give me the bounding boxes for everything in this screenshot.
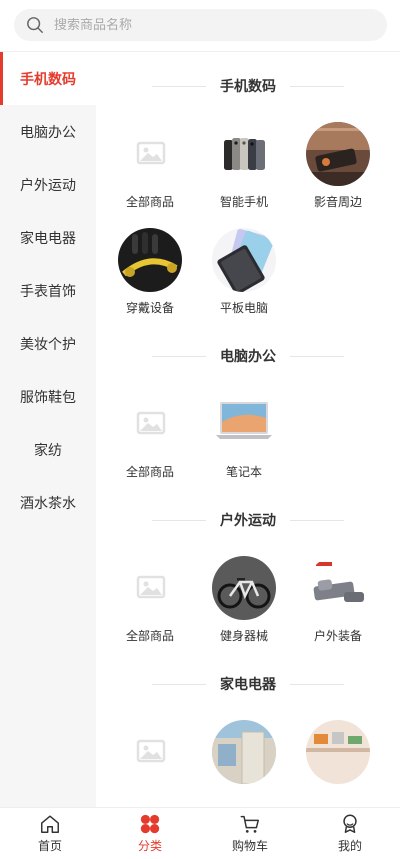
- kitchen-image: [306, 720, 370, 784]
- cart-icon: [240, 815, 259, 833]
- category-item-label: 健身器械: [219, 629, 268, 643]
- home-icon: [41, 815, 59, 833]
- sidebar-item-label: 酒水茶水: [20, 495, 76, 512]
- sleeping-mat-image: [306, 556, 370, 620]
- tab-home[interactable]: 首页: [0, 808, 100, 859]
- category-item-label: 智能手机: [219, 195, 268, 209]
- category-item[interactable]: 户外装备: [298, 556, 378, 644]
- category-item[interactable]: 全部商品: [110, 392, 190, 480]
- sidebar-item-apparel[interactable]: 服饰鞋包: [0, 370, 96, 423]
- sidebar-item-label: 家电电器: [20, 230, 76, 247]
- category-item[interactable]: 影音周边: [298, 122, 378, 210]
- category-item[interactable]: 笔记本: [204, 392, 284, 480]
- category-item-label: 全部商品: [125, 629, 174, 643]
- category-item[interactable]: 健身器械: [204, 556, 284, 644]
- sidebar-item-computers[interactable]: 电脑办公: [0, 105, 96, 158]
- category-item-label: 笔记本: [225, 465, 262, 479]
- tab-label: 分类: [137, 839, 162, 853]
- section-title-text: 手机数码: [220, 79, 276, 95]
- sidebar-item-label: 户外运动: [20, 177, 76, 194]
- category-item-label: 平板电脑: [219, 301, 268, 315]
- category-sidebar: 手机数码 电脑办公 户外运动 家电电器 手表首饰 美妆个护 服饰鞋包 家纺 酒水…: [0, 52, 96, 807]
- category-item-label: 穿戴设备: [125, 301, 174, 315]
- sidebar-item-label: 服饰鞋包: [20, 389, 76, 406]
- category-item[interactable]: 全部商品: [110, 122, 190, 210]
- profile-icon: [343, 814, 357, 833]
- image-placeholder-icon: [118, 720, 182, 784]
- section-title: 户外运动: [96, 510, 400, 530]
- divider: [152, 85, 206, 87]
- tab-label: 我的: [337, 839, 362, 853]
- sidebar-item-label: 家纺: [34, 442, 62, 459]
- sidebar-item-bedding[interactable]: 家纺: [0, 423, 96, 476]
- sidebar-item-drinks[interactable]: 酒水茶水: [0, 476, 96, 529]
- section-title-text: 户外运动: [220, 513, 276, 529]
- sidebar-item-label: 手表首饰: [20, 283, 76, 300]
- earphones-image: [118, 228, 182, 292]
- tab-category[interactable]: 分类: [100, 808, 200, 859]
- image-placeholder-icon: [118, 122, 182, 186]
- category-item[interactable]: 全部商品: [110, 556, 190, 644]
- section-title: 电脑办公: [96, 346, 400, 366]
- category-icon: [140, 814, 160, 834]
- tablet-image: [212, 228, 276, 292]
- sidebar-item-label: 电脑办公: [20, 124, 76, 141]
- divider: [152, 355, 206, 357]
- sidebar-item-label: 美妆个护: [20, 336, 76, 353]
- category-item[interactable]: 穿戴设备: [110, 228, 190, 316]
- sidebar-item-label: 手机数码: [20, 71, 76, 88]
- category-item-label: 全部商品: [125, 465, 174, 479]
- fridge-image: [212, 720, 276, 784]
- divider: [152, 519, 206, 521]
- section-title-text: 家电电器: [220, 677, 276, 693]
- image-placeholder-icon: [118, 556, 182, 620]
- search-bar: [0, 0, 400, 52]
- divider: [290, 519, 344, 521]
- category-item[interactable]: 平板电脑: [204, 228, 284, 316]
- search-box[interactable]: [14, 9, 387, 41]
- sidebar-item-outdoor[interactable]: 户外运动: [0, 158, 96, 211]
- speaker-image: [306, 122, 370, 186]
- laptop-image: [212, 392, 276, 456]
- phones-image: [212, 122, 276, 186]
- sidebar-item-phones[interactable]: 手机数码: [0, 52, 96, 105]
- divider: [152, 683, 206, 685]
- divider: [290, 85, 344, 87]
- search-input[interactable]: [54, 17, 354, 33]
- tab-profile[interactable]: 我的: [300, 808, 400, 859]
- tab-label: 首页: [37, 839, 62, 853]
- category-item-label: 户外装备: [313, 629, 362, 643]
- category-item-label: 影音周边: [313, 195, 362, 209]
- category-item[interactable]: [298, 720, 378, 784]
- divider: [290, 683, 344, 685]
- sidebar-item-appliances[interactable]: 家电电器: [0, 211, 96, 264]
- section-title: 手机数码: [96, 76, 400, 96]
- bottom-tab-bar: 首页 分类 购物车 我的: [0, 807, 400, 859]
- search-icon: [27, 17, 43, 33]
- section-title: 家电电器: [96, 674, 400, 694]
- category-item[interactable]: [204, 720, 284, 784]
- image-placeholder-icon: [118, 392, 182, 456]
- sidebar-item-beauty[interactable]: 美妆个护: [0, 317, 96, 370]
- divider: [290, 355, 344, 357]
- category-content: 手机数码 全部商品 智能手机 影音周边 穿戴设备 平板电脑 电脑办公 全部商品 …: [96, 52, 400, 807]
- bicycle-image: [212, 556, 276, 620]
- tab-cart[interactable]: 购物车: [200, 808, 300, 859]
- category-item-label: 全部商品: [125, 195, 174, 209]
- sidebar-item-watches[interactable]: 手表首饰: [0, 264, 96, 317]
- section-title-text: 电脑办公: [220, 349, 276, 365]
- category-item[interactable]: [110, 720, 190, 784]
- tab-label: 购物车: [231, 839, 268, 853]
- category-item[interactable]: 智能手机: [204, 122, 284, 210]
